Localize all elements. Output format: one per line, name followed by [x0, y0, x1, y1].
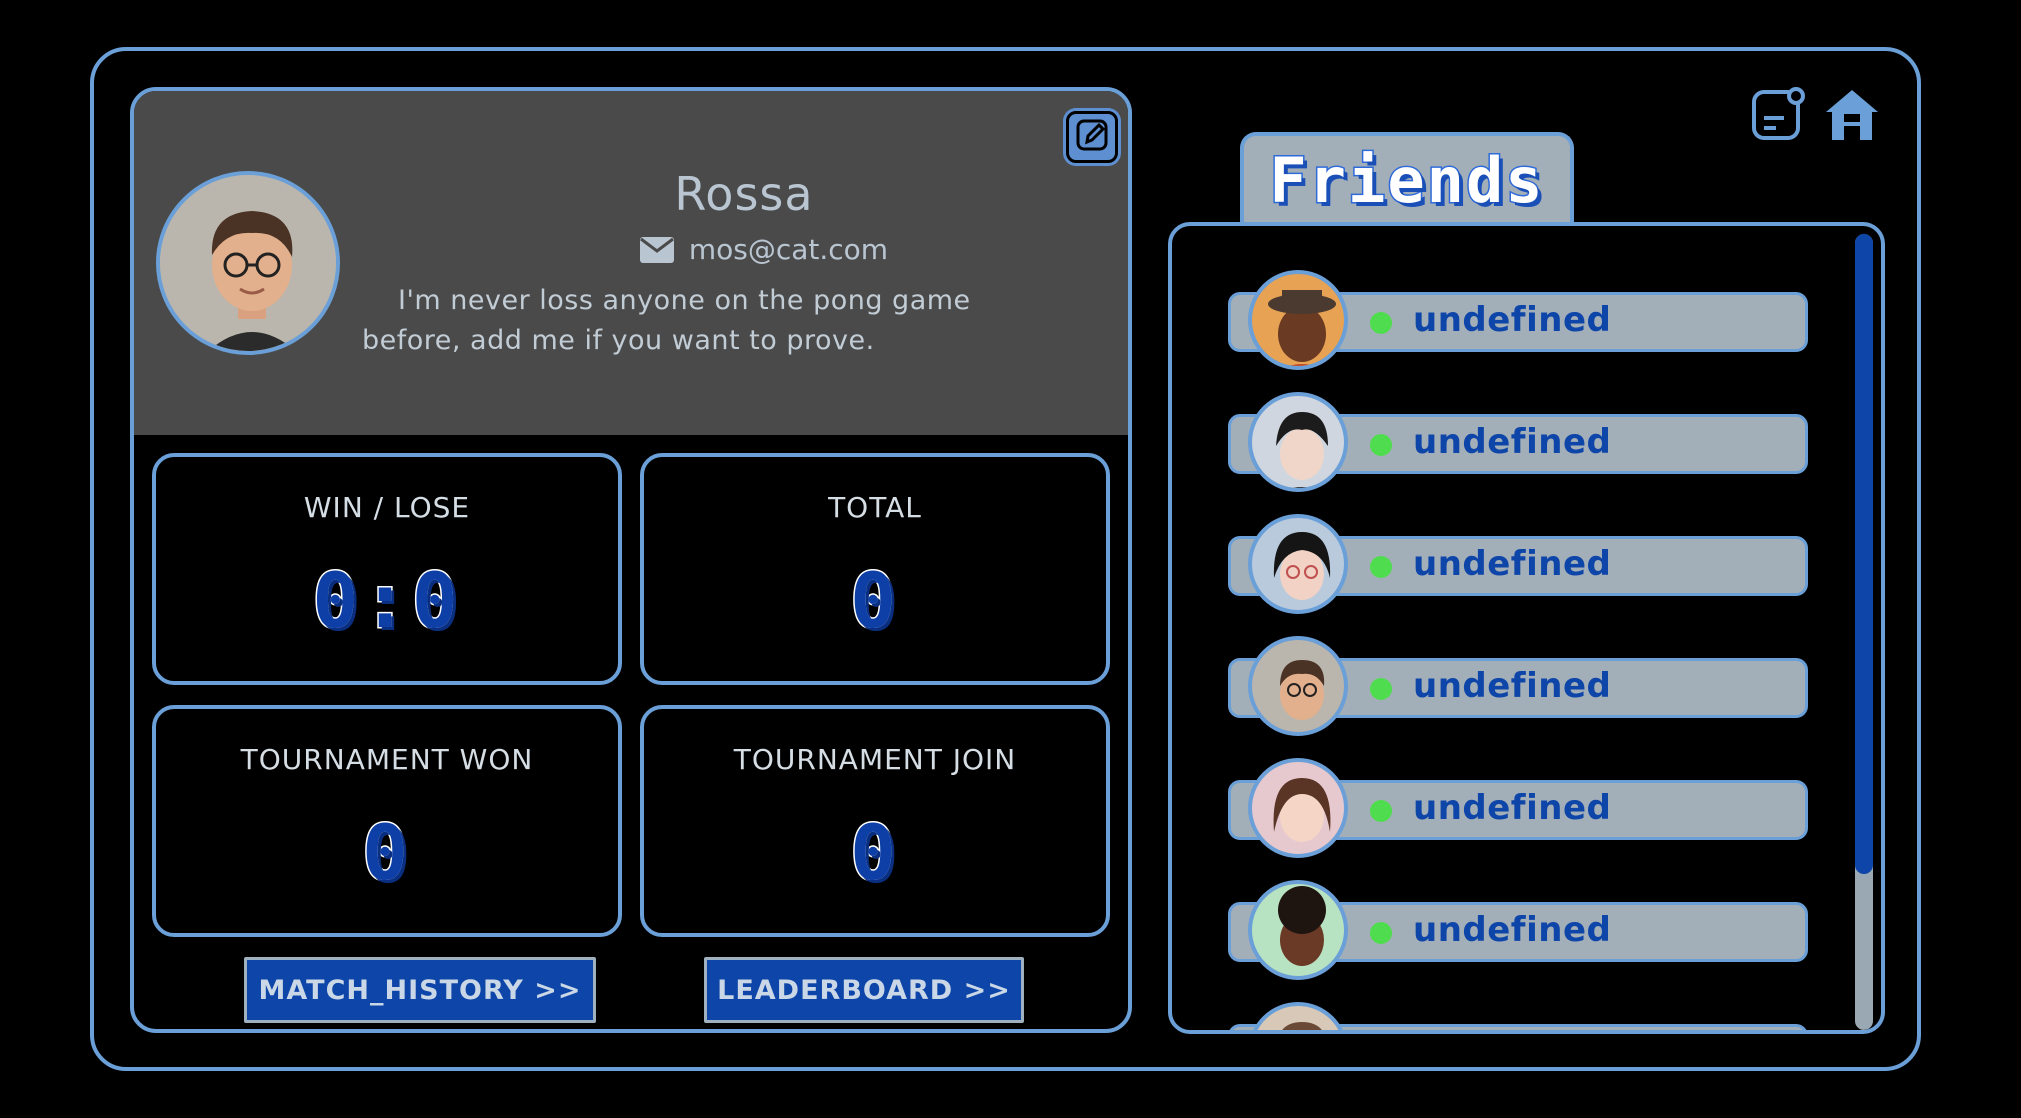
profile-username: Rossa: [674, 167, 814, 221]
win-lose-value: 0:0: [311, 556, 462, 645]
tournament-won-value: 0: [361, 808, 412, 897]
friend-avatar: [1248, 880, 1348, 980]
friend-name: undefined: [1413, 422, 1612, 462]
match-history-button[interactable]: MATCH_HISTORY >>: [244, 957, 596, 1023]
profile-card: Rossa mos@cat.com I'm never loss anyone …: [130, 87, 1132, 1033]
win-lose-label: WIN / LOSE: [303, 491, 471, 524]
friend-name: undefined: [1413, 300, 1612, 340]
tournament-won-label: TOURNAMENT WON: [240, 743, 534, 776]
win-lose-card: WIN / LOSE 0:0: [152, 453, 622, 685]
profile-avatar: [156, 171, 340, 355]
friend-name: undefined: [1413, 788, 1612, 828]
profile-email: mos@cat.com: [688, 233, 889, 266]
online-status-icon: [1370, 922, 1392, 944]
tournament-won-card: TOURNAMENT WON 0: [152, 705, 622, 937]
online-status-icon: [1370, 800, 1392, 822]
online-status-icon: [1370, 678, 1392, 700]
friend-item[interactable]: undefined: [1228, 758, 1808, 880]
online-status-icon: [1370, 556, 1392, 578]
total-value: 0: [849, 556, 900, 645]
notes-button[interactable]: [1750, 86, 1806, 146]
friends-list: undefined undefined undefined undefined …: [1168, 222, 1885, 1034]
total-card: TOTAL 0: [640, 453, 1110, 685]
tournament-join-value: 0: [849, 808, 900, 897]
tournament-join-label: TOURNAMENT JOIN: [733, 743, 1017, 776]
friends-tab: Friends: [1240, 132, 1574, 224]
profile-header: Rossa mos@cat.com I'm never loss anyone …: [134, 91, 1128, 435]
edit-profile-button[interactable]: [1066, 111, 1118, 163]
friend-item[interactable]: undefined: [1228, 636, 1808, 758]
friend-avatar: [1248, 758, 1348, 858]
friend-name: undefined: [1413, 666, 1612, 706]
friend-avatar: [1248, 636, 1348, 736]
friend-avatar: [1248, 514, 1348, 614]
tournament-join-card: TOURNAMENT JOIN 0: [640, 705, 1110, 937]
friend-item[interactable]: undefined: [1228, 880, 1808, 1002]
profile-bio: I'm never loss anyone on the pong game b…: [362, 285, 971, 356]
friend-avatar: [1248, 1002, 1348, 1030]
online-status-icon: [1370, 312, 1392, 334]
friend-name: undefined: [1413, 544, 1612, 584]
envelope-icon: [639, 233, 689, 266]
edit-icon: [1075, 118, 1109, 156]
online-status-icon: [1370, 434, 1392, 456]
profile-email-row: mos@cat.com: [584, 233, 944, 266]
friend-item[interactable]: undefined: [1228, 270, 1808, 392]
leaderboard-button[interactable]: LEADERBOARD >>: [704, 957, 1024, 1023]
friends-title: Friends: [1268, 143, 1545, 219]
friend-name: undefined: [1413, 910, 1612, 950]
home-icon: [1822, 86, 1882, 146]
scrollbar-thumb[interactable]: [1855, 234, 1873, 874]
friend-item[interactable]: undefined: [1228, 514, 1808, 636]
friend-item[interactable]: [1228, 1002, 1808, 1030]
notes-icon: [1750, 86, 1806, 146]
total-label: TOTAL: [828, 491, 922, 524]
home-button[interactable]: [1824, 88, 1880, 144]
friend-avatar: [1248, 392, 1348, 492]
friend-avatar: [1248, 270, 1348, 370]
friend-item[interactable]: undefined: [1228, 392, 1808, 514]
